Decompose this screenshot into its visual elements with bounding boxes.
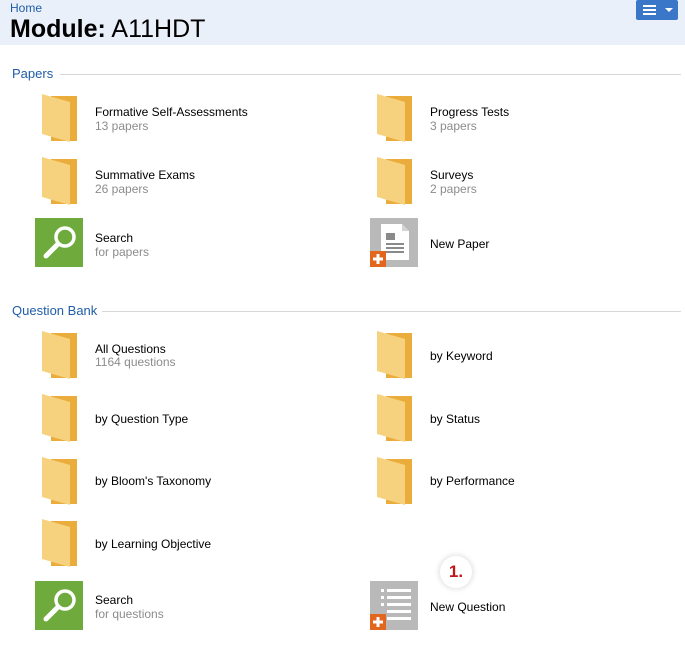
item-count: 3 papers: [430, 119, 477, 133]
item-label: by Keyword: [430, 349, 493, 363]
new-paper-document-icon: [370, 218, 418, 267]
item-count: 2 papers: [430, 182, 477, 196]
folder-icon: [42, 331, 77, 379]
item-label: All Questions: [95, 342, 166, 356]
magnifier-search-icon: [35, 581, 83, 630]
folder-icon: [377, 94, 412, 142]
chevron-down-icon: [665, 8, 673, 12]
folder-by-performance[interactable]: by Performance: [370, 455, 670, 507]
folder-icon: [377, 331, 412, 379]
section-divider: [102, 311, 681, 312]
item-label: Formative Self-Assessments: [95, 105, 248, 119]
folder-by-keyword[interactable]: by Keyword: [370, 329, 670, 381]
item-label: by Bloom's Taxonomy: [95, 474, 212, 488]
magnifier-search-icon: [35, 218, 83, 267]
item-label: Search: [95, 231, 134, 245]
folder-all-questions[interactable]: All Questions 1164 questions: [35, 329, 335, 381]
folder-icon: [42, 94, 77, 142]
breadcrumb-home[interactable]: Home: [10, 1, 42, 15]
item-count: 1164 questions: [95, 355, 176, 369]
folder-icon: [377, 457, 412, 505]
search-papers-button[interactable]: Search for papers: [35, 218, 335, 270]
new-paper-button[interactable]: New Paper: [370, 218, 670, 270]
item-label: New Question: [430, 600, 506, 614]
page-title-prefix: Module:: [10, 15, 106, 43]
folder-summative-exams[interactable]: Summative Exams 26 papers: [35, 155, 335, 207]
folder-by-blooms-taxonomy[interactable]: by Bloom's Taxonomy: [35, 455, 335, 507]
folder-icon: [377, 394, 412, 442]
folder-icon: [377, 157, 412, 205]
page-title: Module: A11HDT: [10, 14, 205, 44]
folder-surveys[interactable]: Surveys 2 papers: [370, 155, 670, 207]
folder-by-status[interactable]: by Status: [370, 392, 670, 444]
item-label: by Performance: [430, 474, 515, 488]
step-annotation-badge: 1.: [440, 556, 472, 588]
item-label: by Question Type: [95, 412, 189, 426]
item-label: Summative Exams: [95, 168, 196, 182]
new-question-button[interactable]: New Question: [370, 581, 670, 633]
item-sub: for questions: [95, 607, 164, 621]
item-label: Search: [95, 593, 134, 607]
section-title-papers: Papers: [12, 66, 54, 81]
new-question-list-icon: [370, 581, 418, 630]
folder-progress-tests[interactable]: Progress Tests 3 papers: [370, 92, 670, 144]
item-label: Progress Tests: [430, 105, 510, 119]
search-questions-button[interactable]: Search for questions: [35, 581, 335, 633]
page-header: Home Module: A11HDT: [0, 0, 685, 45]
item-sub: for papers: [95, 245, 150, 259]
folder-icon: [42, 457, 77, 505]
folder-by-learning-objective[interactable]: by Learning Objective: [35, 517, 335, 569]
item-label: by Learning Objective: [95, 537, 212, 551]
folder-icon: [42, 157, 77, 205]
folder-by-question-type[interactable]: by Question Type: [35, 392, 335, 444]
section-title-question-bank: Question Bank: [12, 303, 98, 318]
item-label: New Paper: [430, 237, 490, 251]
folder-icon: [42, 519, 77, 567]
section-divider: [60, 74, 681, 75]
item-count: 26 papers: [95, 182, 149, 196]
folder-icon: [42, 394, 77, 442]
menu-button[interactable]: [636, 0, 678, 20]
page-title-code: A11HDT: [111, 15, 206, 43]
item-count: 13 papers: [95, 119, 149, 133]
folder-formative-self-assessments[interactable]: Formative Self-Assessments 13 papers: [35, 92, 335, 144]
item-label: Surveys: [430, 168, 474, 182]
item-label: by Status: [430, 412, 481, 426]
hamburger-menu-icon: [643, 5, 656, 15]
